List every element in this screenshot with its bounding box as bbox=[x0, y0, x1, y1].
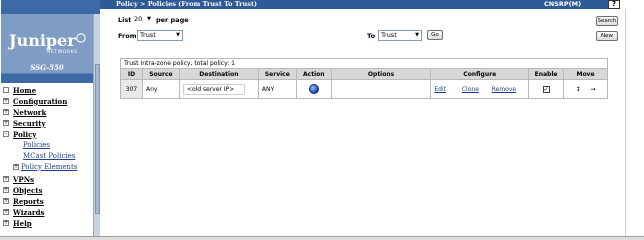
expand-plus-icon: + bbox=[3, 186, 9, 193]
title-bar: Policy > Policies (From Trust To Trust) … bbox=[100, 0, 620, 9]
policy-source: Any bbox=[141, 79, 180, 99]
column-header-service: Service bbox=[257, 68, 297, 80]
edit-link[interactable]: Edit bbox=[434, 86, 446, 93]
sidebar-scrollbar[interactable] bbox=[93, 14, 100, 236]
dropdown-arrow-icon: ▼ bbox=[147, 16, 151, 22]
from-zone-value: Trust bbox=[140, 31, 156, 39]
sidebar-item-help[interactable]: + Help bbox=[3, 218, 32, 228]
window-bottom-edge bbox=[0, 236, 644, 240]
to-label: To bbox=[367, 32, 376, 40]
move-up-down-icon[interactable]: ↕ bbox=[576, 86, 581, 93]
policy-configure-cell: Edit Clone Remove bbox=[430, 79, 530, 99]
sidebar-subitem-policy-elements[interactable]: + Policy Elements bbox=[13, 162, 77, 172]
brand-panel: Juniper NETWORKS SSG-550 bbox=[1, 14, 93, 74]
expand-plus-icon: + bbox=[3, 219, 9, 226]
per-page-label: per page bbox=[156, 16, 189, 24]
column-header-id: ID bbox=[120, 68, 143, 80]
sidebar-item-label: Security bbox=[13, 118, 46, 128]
sidebar-subitem-label: MCast Policies bbox=[23, 152, 76, 160]
enable-checkbox[interactable]: ✓ bbox=[542, 85, 550, 93]
sidebar-item-label: Configuration bbox=[13, 96, 68, 106]
per-page-select[interactable]: 20 ▼ bbox=[131, 14, 154, 25]
sidebar-item-objects[interactable]: + Objects bbox=[3, 185, 42, 195]
policy-options bbox=[330, 79, 432, 99]
table-caption: Trust Intra-zone policy, total policy: 1 bbox=[120, 58, 608, 69]
new-button[interactable]: New bbox=[596, 31, 618, 41]
device-model: SSG-550 bbox=[30, 63, 64, 72]
column-header-configure: Configure bbox=[430, 68, 530, 80]
sidebar-item-vpns[interactable]: + VPNs bbox=[3, 174, 34, 184]
collapse-minus-icon: - bbox=[3, 130, 9, 137]
policy-destination-cell: <old server IP> bbox=[178, 79, 259, 99]
sidebar-item-home[interactable]: Home bbox=[3, 85, 36, 95]
policy-service: ANY bbox=[257, 79, 297, 99]
dropdown-arrow-icon: ▼ bbox=[415, 32, 419, 38]
expand-box-icon bbox=[3, 87, 9, 93]
device-name: CNSRP(M) bbox=[544, 0, 582, 8]
from-label: From bbox=[118, 32, 137, 40]
to-zone-value: Trust bbox=[381, 31, 397, 39]
to-zone-select[interactable]: Trust ▼ bbox=[378, 30, 422, 41]
sidebar-item-label: Policy bbox=[13, 129, 37, 139]
sidebar-nav: Home + Configuration + Network + Securit… bbox=[1, 83, 93, 236]
search-button[interactable]: Search bbox=[596, 16, 618, 26]
policy-enable-cell: ✓ bbox=[528, 79, 565, 99]
policy-destination: <old server IP> bbox=[182, 83, 245, 95]
expand-plus-icon: + bbox=[3, 119, 9, 126]
column-header-destination: Destination bbox=[178, 68, 259, 80]
sidebar-item-network[interactable]: + Network bbox=[3, 107, 46, 117]
sidebar-item-label: Objects bbox=[13, 185, 43, 195]
sidebar-item-label: Wizards bbox=[13, 207, 45, 217]
column-header-options: Options bbox=[330, 68, 432, 80]
sidebar-item-label: Network bbox=[13, 107, 47, 117]
sidebar-item-label: Help bbox=[13, 218, 32, 228]
column-header-enable: Enable bbox=[528, 68, 565, 80]
juniper-logo: Juniper NETWORKS bbox=[7, 30, 89, 56]
move-arrow-icon[interactable]: ➞ bbox=[590, 86, 595, 93]
sidebar-subitem-label: Policy Elements bbox=[21, 163, 78, 171]
logo-subtext: NETWORKS bbox=[47, 49, 78, 55]
sidebar-item-reports[interactable]: + Reports bbox=[3, 196, 44, 206]
column-header-source: Source bbox=[141, 68, 180, 80]
permit-globe-icon[interactable] bbox=[308, 84, 319, 94]
from-zone-select[interactable]: Trust ▼ bbox=[137, 30, 183, 41]
help-button[interactable]: ? bbox=[608, 0, 620, 9]
policy-action-cell bbox=[295, 79, 332, 99]
sidebar-subitem-mcast-policies[interactable]: MCast Policies bbox=[13, 151, 75, 161]
policy-move-cell: ↕ ➞ bbox=[563, 79, 608, 99]
sidebar-item-label: Home bbox=[13, 85, 37, 95]
expand-plus-icon: + bbox=[3, 197, 9, 204]
expand-plus-icon: + bbox=[3, 97, 9, 104]
sidebar-subitem-label: Policies bbox=[23, 141, 51, 149]
remove-link[interactable]: Remove bbox=[492, 86, 516, 93]
expand-plus-icon: + bbox=[3, 108, 9, 115]
dropdown-arrow-icon: ▼ bbox=[176, 32, 180, 38]
sidebar: Juniper NETWORKS SSG-550 Home + Configur… bbox=[1, 0, 100, 236]
per-page-value: 20 bbox=[134, 15, 143, 23]
expand-plus-icon: + bbox=[13, 163, 19, 170]
logo-text: Juniper bbox=[7, 31, 76, 50]
sidebar-item-configuration[interactable]: + Configuration bbox=[3, 96, 67, 106]
column-header-move: Move bbox=[563, 68, 608, 80]
window-right-edge bbox=[625, 9, 644, 236]
go-button[interactable]: Go bbox=[427, 30, 443, 40]
sidebar-item-policy[interactable]: - Policy bbox=[3, 129, 36, 139]
column-header-action: Action bbox=[295, 68, 332, 80]
page-title: Policy > Policies (From Trust To Trust) bbox=[116, 0, 258, 8]
policy-id: 307 bbox=[120, 79, 143, 99]
clone-link[interactable]: Clone bbox=[462, 86, 479, 93]
table-row: 307 Any <old server IP> ANY Edit Clone R… bbox=[120, 79, 608, 99]
policy-table: Trust Intra-zone policy, total policy: 1… bbox=[120, 58, 608, 99]
sidebar-item-security[interactable]: + Security bbox=[3, 118, 46, 128]
sidebar-item-label: Reports bbox=[13, 196, 44, 206]
sidebar-item-label: VPNs bbox=[13, 174, 35, 184]
list-label: List bbox=[118, 16, 132, 24]
table-header-row: ID Source Destination Service Action Opt… bbox=[120, 68, 608, 80]
expand-plus-icon: + bbox=[3, 175, 9, 182]
sidebar-subitem-policies[interactable]: Policies bbox=[13, 140, 50, 150]
main-content: List 20 ▼ per page From Trust ▼ To Trust… bbox=[100, 9, 625, 236]
expand-plus-icon: + bbox=[3, 208, 9, 215]
sidebar-item-wizards[interactable]: + Wizards bbox=[3, 207, 44, 217]
